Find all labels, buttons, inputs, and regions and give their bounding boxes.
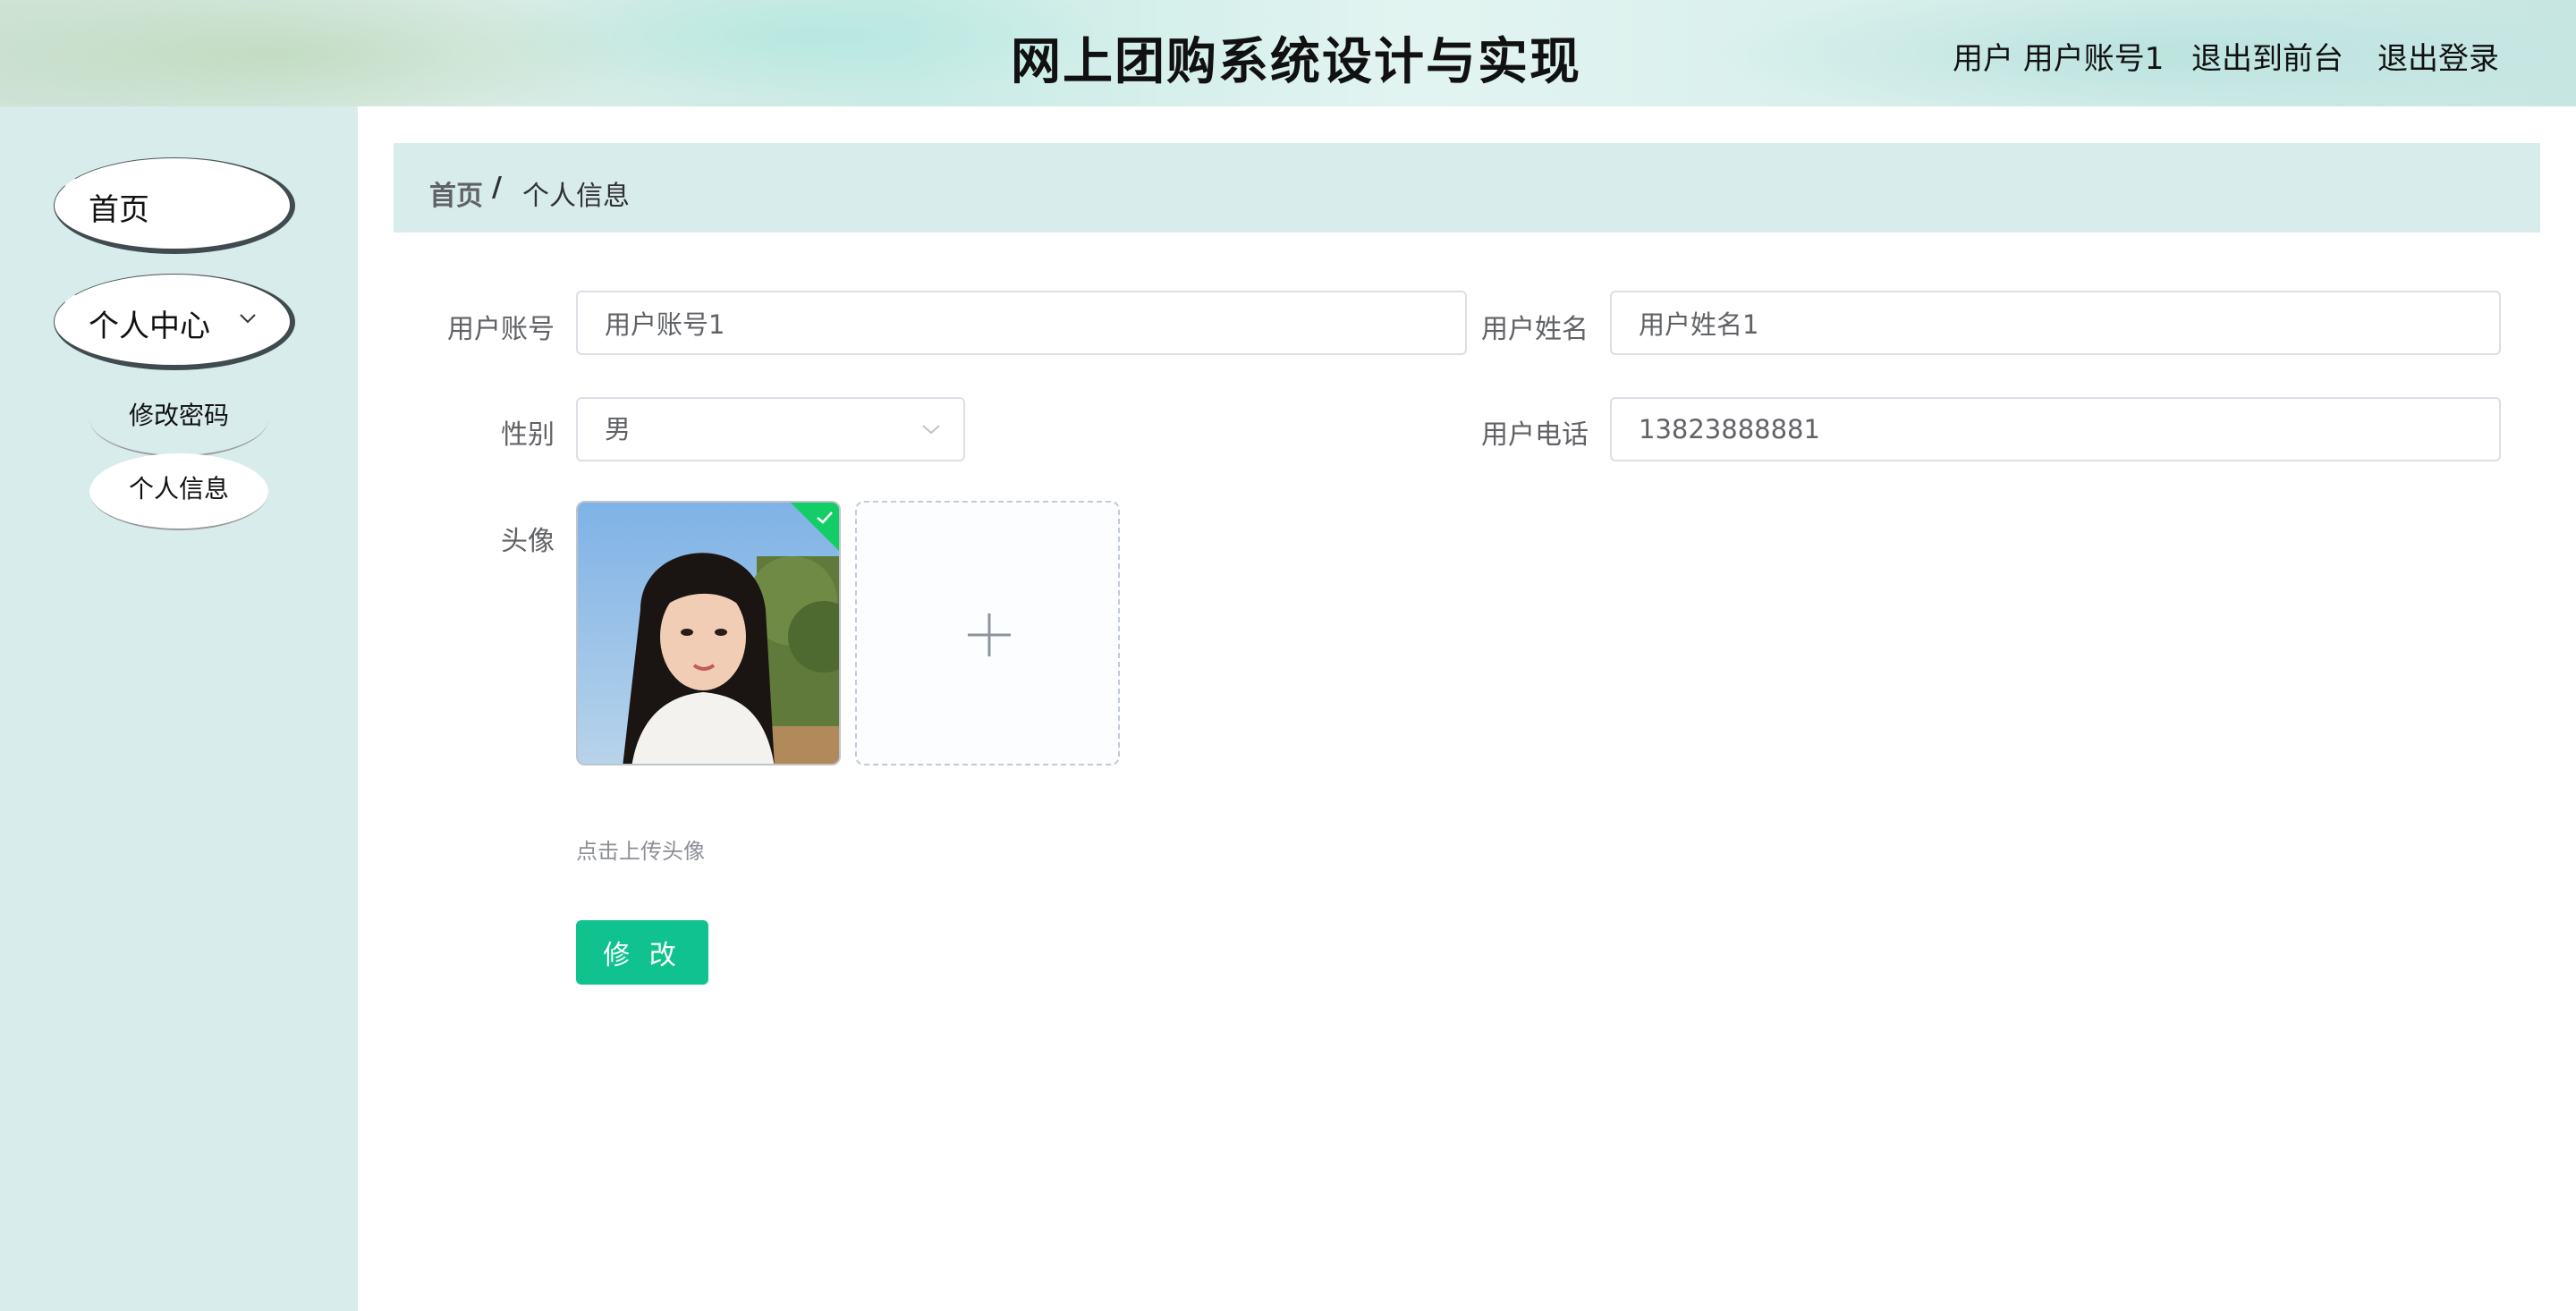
logout-link[interactable]: 退出登录: [2377, 34, 2499, 78]
avatar-image[interactable]: [576, 501, 841, 765]
sidebar-subitem-personal-info[interactable]: 个人信息: [89, 453, 268, 530]
gender-select-value: 男: [605, 414, 631, 444]
avatar-upload-button[interactable]: [855, 501, 1120, 765]
chevron-down-icon: [922, 425, 940, 435]
chevron-down-icon: [240, 314, 256, 324]
back-to-front-link[interactable]: 退出到前台: [2191, 34, 2343, 78]
breadcrumb-separator: /: [492, 172, 502, 203]
top-header: 网上团购系统设计与实现 用户 用户账号1 退出到前台 退出登录: [0, 0, 2576, 106]
phone-field[interactable]: [1610, 397, 2501, 461]
sidebar-item-label: 个人中心: [89, 309, 210, 344]
app-title: 网上团购系统设计与实现: [1011, 33, 1581, 91]
breadcrumb-home[interactable]: 首页: [429, 173, 483, 213]
breadcrumb-current: 个人信息: [522, 181, 630, 212]
current-user-label: 用户 用户账号1: [1953, 41, 2165, 77]
breadcrumb: 首页 / 个人信息: [394, 143, 2540, 233]
gender-label: 性别: [501, 419, 555, 451]
check-icon: [817, 512, 833, 524]
sidebar-subitem-change-password[interactable]: 修改密码: [89, 380, 268, 457]
gender-select[interactable]: 男: [576, 397, 965, 461]
submit-button[interactable]: 修 改: [576, 920, 708, 985]
name-field[interactable]: [1610, 291, 2501, 355]
account-field[interactable]: [576, 291, 1467, 355]
upload-tip: 点击上传头像: [576, 839, 705, 864]
sidebar-item-label: 首页: [89, 192, 149, 228]
sidebar-item-personal-center[interactable]: 个人中心: [54, 274, 295, 370]
avatar-label: 头像: [501, 526, 555, 557]
phone-label: 用户电话: [1481, 419, 1589, 451]
name-label: 用户姓名: [1481, 314, 1589, 345]
plus-icon: [968, 613, 1011, 656]
sidebar-item-home[interactable]: 首页: [54, 157, 295, 254]
account-label: 用户账号: [447, 314, 555, 345]
